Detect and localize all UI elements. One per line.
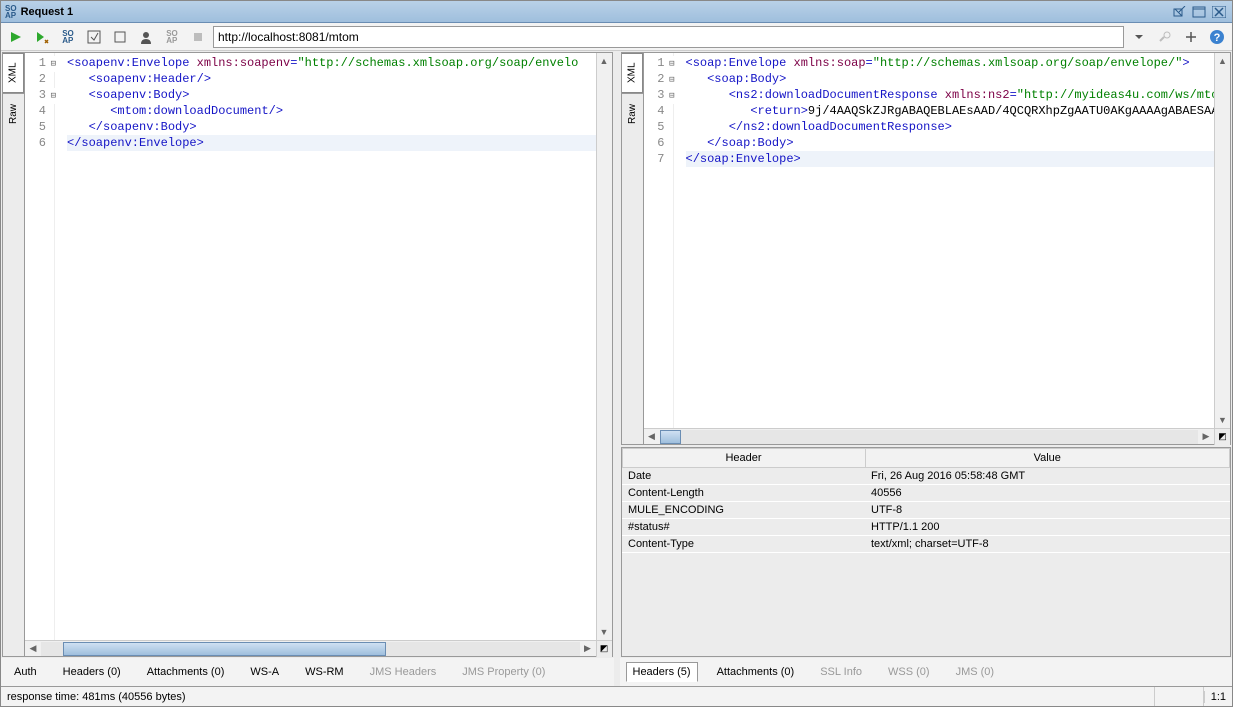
response-raw-tab[interactable]: Raw [622,93,643,133]
request-bottom-tabs: Auth Headers (0) Attachments (0) WS-A WS-RM J… [1,658,614,686]
help-button[interactable]: ? [1206,26,1228,48]
toolbar: SOAP SOAP ? [1,23,1232,51]
tab-headers-5-[interactable]: Headers (5) [626,662,698,682]
table-row[interactable]: #status#HTTP/1.1 200 [622,519,1230,536]
status-position: 1:1 [1204,691,1226,703]
header-col-value[interactable]: Value [865,449,1230,468]
soap-mini-icon[interactable]: SOAP [57,26,79,48]
maximize-button[interactable] [1190,4,1208,20]
response-gutter: 1234567 [644,53,674,428]
response-hscroll[interactable]: ◀ ▶ ◩ [644,428,1231,444]
response-headers-panel: Header Value DateFri, 26 Aug 2016 05:58:… [621,447,1232,657]
statusbar: response time: 481ms (40556 bytes) 1:1 [1,686,1232,706]
response-pane: XML Raw 1234567 <soap:Envelope xmlns:soa… [620,51,1233,686]
tab-ssl-info: SSL Info [813,662,869,682]
create-empty-button[interactable] [83,26,105,48]
svg-text:?: ? [1214,32,1221,44]
tab-jms-headers: JMS Headers [363,662,444,682]
request-gutter: 123456 [25,53,55,640]
restore-down-button[interactable] [1170,4,1188,20]
close-button[interactable] [1210,4,1228,20]
tools-button[interactable] [1154,26,1176,48]
response-bottom-tabs: Headers (5) Attachments (0) SSL Info WSS (0… [620,658,1233,686]
titlebar: SOAP Request 1 [1,1,1232,23]
add-to-testcase-button[interactable] [31,26,53,48]
tab-jms-0-: JMS (0) [949,662,1002,682]
status-text: response time: 481ms (40556 bytes) [7,691,186,703]
submit-button[interactable] [5,26,27,48]
tab-headers-0-[interactable]: Headers (0) [56,662,128,682]
stop-button[interactable] [187,26,209,48]
request-xml-tab[interactable]: XML [3,53,24,93]
table-row[interactable]: MULE_ENCODINGUTF-8 [622,502,1230,519]
soap-mini-icon-2[interactable]: SOAP [161,26,183,48]
table-row[interactable]: Content-Length40556 [622,485,1230,502]
header-col-name[interactable]: Header [622,449,865,468]
response-xml-tab[interactable]: XML [622,53,643,93]
tab-wss-0-: WSS (0) [881,662,937,682]
request-corner-icon[interactable]: ◩ [596,641,612,657]
table-row[interactable]: Content-Typetext/xml; charset=UTF-8 [622,536,1230,553]
request-raw-tab[interactable]: Raw [3,93,24,133]
request-pane: XML Raw 123456 <soapenv:Envelope xmlns:s… [1,51,614,686]
soap-icon: SOAP [5,5,17,19]
user-icon[interactable] [135,26,157,48]
request-editor[interactable]: <soapenv:Envelope xmlns:soapenv="http://… [55,53,596,640]
endpoint-url-input[interactable] [213,26,1124,48]
table-row[interactable]: DateFri, 26 Aug 2016 05:58:48 GMT [622,468,1230,485]
tab-ws-a[interactable]: WS-A [243,662,286,682]
tab-attachments-0-[interactable]: Attachments (0) [710,662,802,682]
create-blank-button[interactable] [109,26,131,48]
add-button[interactable] [1180,26,1202,48]
tab-auth[interactable]: Auth [7,662,44,682]
window-title: Request 1 [21,6,74,18]
tab-attachments-0-[interactable]: Attachments (0) [140,662,232,682]
request-vscroll[interactable]: ▲▼ [596,53,612,640]
tab-jms-property-0-: JMS Property (0) [455,662,552,682]
url-dropdown-button[interactable] [1128,26,1150,48]
response-vscroll[interactable]: ▲▼ [1214,53,1230,428]
tab-ws-rm[interactable]: WS-RM [298,662,351,682]
response-corner-icon[interactable]: ◩ [1214,429,1230,445]
request-hscroll[interactable]: ◀ ▶ ◩ [25,640,612,656]
response-editor[interactable]: <soap:Envelope xmlns:soap="http://schema… [674,53,1215,428]
